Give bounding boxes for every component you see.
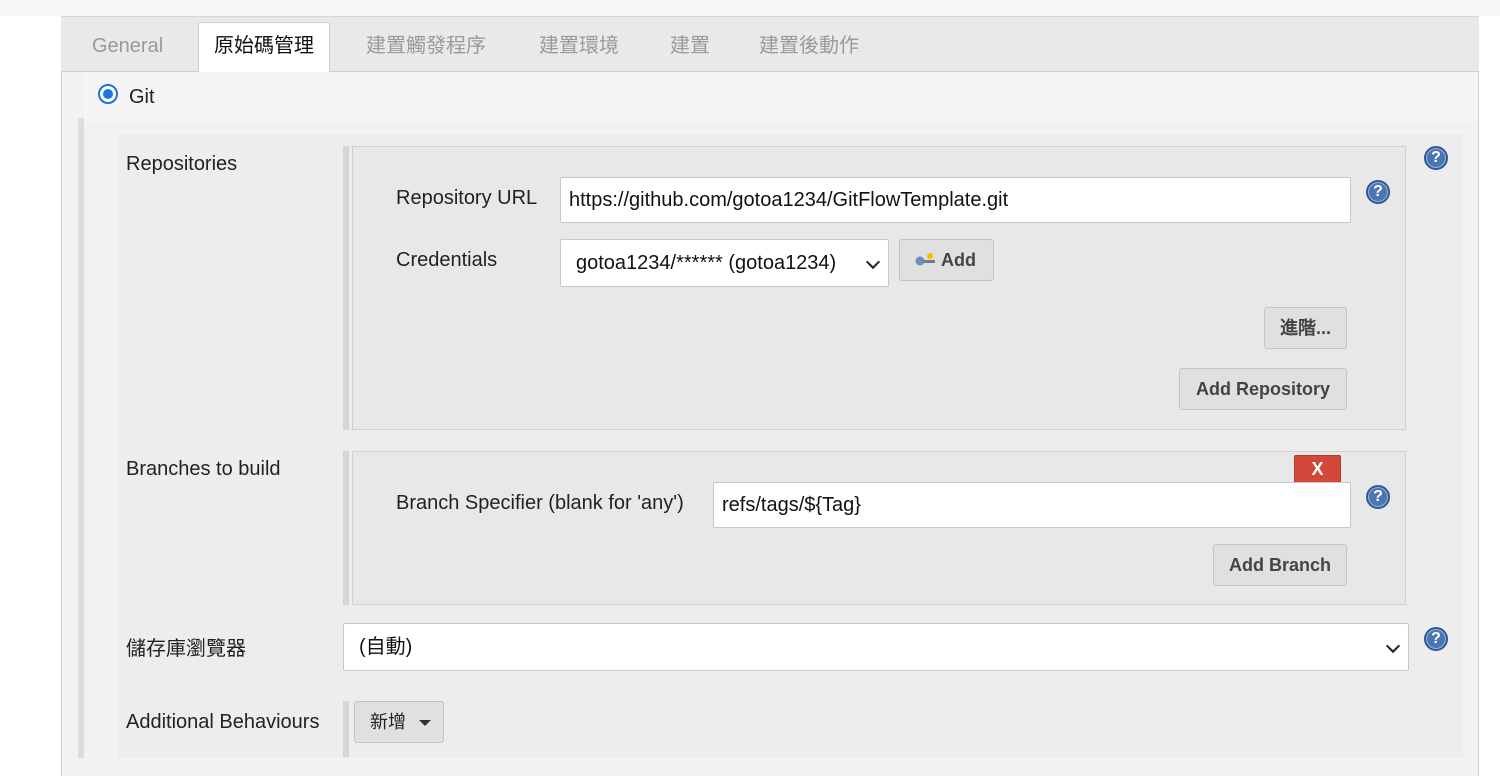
credentials-label: Credentials xyxy=(396,249,498,271)
repository-browser-label: 儲存庫瀏覽器 xyxy=(126,638,246,660)
add-behaviour-dropdown-button[interactable]: 新增 xyxy=(354,701,444,743)
credentials-select[interactable]: gotoa1234/****** (gotoa1234) xyxy=(560,239,889,287)
repositories-bar xyxy=(343,146,349,430)
repository-browser-select[interactable]: (自動) xyxy=(343,623,1409,671)
top-strip xyxy=(0,0,1500,16)
branches-bar xyxy=(343,451,349,605)
repository-url-input[interactable]: https://github.com/gotoa1234/GitFlowTemp… xyxy=(560,177,1351,223)
branch-specifier-label: Branch Specifier (blank for 'any') xyxy=(396,492,684,514)
add-branch-button[interactable]: Add Branch xyxy=(1213,544,1347,586)
git-radio-button[interactable] xyxy=(98,84,118,104)
advanced-button[interactable]: 進階... xyxy=(1264,307,1347,349)
repositories-help-icon[interactable]: ? xyxy=(1424,146,1448,170)
behaviours-bar xyxy=(343,701,349,757)
branch-specifier-input[interactable]: refs/tags/${Tag} xyxy=(713,482,1351,528)
tab-post-build-actions[interactable]: 建置後動作 xyxy=(759,17,859,73)
add-credentials-label: Add xyxy=(941,250,976,270)
add-credentials-button[interactable]: Add xyxy=(899,239,994,281)
repository-url-help-icon[interactable]: ? xyxy=(1366,180,1390,204)
credentials-value: gotoa1234/****** (gotoa1234) xyxy=(576,252,837,274)
caret-down-icon xyxy=(419,720,431,726)
repository-browser-value: (自動) xyxy=(359,636,413,658)
section-indent-bar xyxy=(78,118,84,758)
tab-source-code-management[interactable]: 原始碼管理 xyxy=(198,22,330,74)
tab-build[interactable]: 建置 xyxy=(670,17,710,73)
tab-build-environment[interactable]: 建置環境 xyxy=(539,17,619,73)
branches-to-build-label: Branches to build xyxy=(126,458,281,480)
branch-specifier-help-icon[interactable]: ? xyxy=(1366,485,1390,509)
git-option-row xyxy=(84,72,1478,122)
repository-url-label: Repository URL xyxy=(396,187,538,209)
key-icon xyxy=(915,253,935,266)
chevron-down-icon xyxy=(865,254,881,270)
repository-browser-help-icon[interactable]: ? xyxy=(1424,627,1448,651)
additional-behaviours-label: Additional Behaviours xyxy=(126,711,320,733)
tab-build-triggers[interactable]: 建置觸發程序 xyxy=(366,17,486,73)
delete-branch-button[interactable]: X xyxy=(1294,455,1341,484)
add-behaviour-label: 新增 xyxy=(370,712,406,732)
tab-general[interactable]: General xyxy=(92,17,163,73)
repositories-label: Repositories xyxy=(126,153,238,175)
add-repository-button[interactable]: Add Repository xyxy=(1179,368,1347,410)
tab-bar: General 原始碼管理 建置觸發程序 建置環境 建置 建置後動作 xyxy=(61,16,1479,74)
git-label: Git xyxy=(129,86,155,108)
chevron-down-icon xyxy=(1385,638,1401,654)
